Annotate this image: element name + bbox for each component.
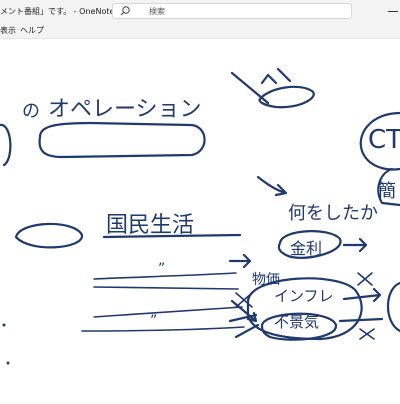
ink-right-bracket [387, 281, 400, 333]
search-input[interactable]: 検索 [112, 3, 352, 19]
menu-bar: 表示 ヘルプ [0, 24, 400, 39]
ink-ellipse [14, 222, 84, 249]
ink-arrow-1 [228, 253, 252, 269]
ink-left-arc [0, 123, 12, 167]
title-bar: メント番組」です。 - OneNote 検索 [0, 0, 400, 24]
ink-label-interest-rate: 金利 [290, 239, 323, 258]
ink-label-ct: CT [368, 125, 400, 155]
ink-label-kan: 簡 [378, 181, 396, 202]
ink-label-what-to-do: 何をしたか [288, 203, 378, 224]
ink-operation-box [38, 121, 206, 159]
search-icon [120, 6, 130, 16]
ink-x-mark-2 [359, 328, 375, 340]
ink-label-citizen-life: 国民生活 [106, 213, 195, 238]
ink-arrow-2 [256, 175, 288, 197]
ink-label-quotes-1: ” [158, 261, 166, 277]
ink-line-3 [93, 286, 239, 290]
ink-label-inflation: インフレ [274, 287, 334, 305]
menu-item-help[interactable]: ヘルプ [20, 25, 44, 36]
ink-dot-2 [6, 361, 10, 365]
window-title: メント番組」です。 - OneNote [0, 7, 115, 16]
ink-x-mark-1 [357, 272, 373, 286]
ink-top-small-arrow [276, 67, 292, 83]
ink-label-no: の [22, 101, 40, 122]
menu-item-view[interactable]: 表示 [0, 25, 16, 36]
ink-canvas[interactable]: の オペレーション 国民生活 何をしたか 金利 物価 インフレ 不景気 CT 簡… [0, 39, 400, 400]
ink-top-arrow [230, 71, 278, 105]
ink-right-arrow-1 [342, 287, 382, 303]
ink-x-mark-3 [235, 292, 253, 308]
ink-dot-1 [2, 323, 6, 327]
ink-label-quotes-2: ” [150, 313, 158, 329]
ink-arrow-3 [342, 237, 368, 253]
ink-label-operation: オペレーション [48, 97, 202, 122]
ink-line-5 [81, 326, 245, 332]
search-placeholder: 検索 [149, 7, 165, 16]
ink-top-scribble [258, 85, 315, 109]
minimize-button[interactable] [384, 2, 400, 20]
ink-label-recession: 不景気 [274, 313, 320, 331]
ink-right-arrow-2 [338, 317, 384, 323]
ink-line-4 [93, 306, 243, 318]
